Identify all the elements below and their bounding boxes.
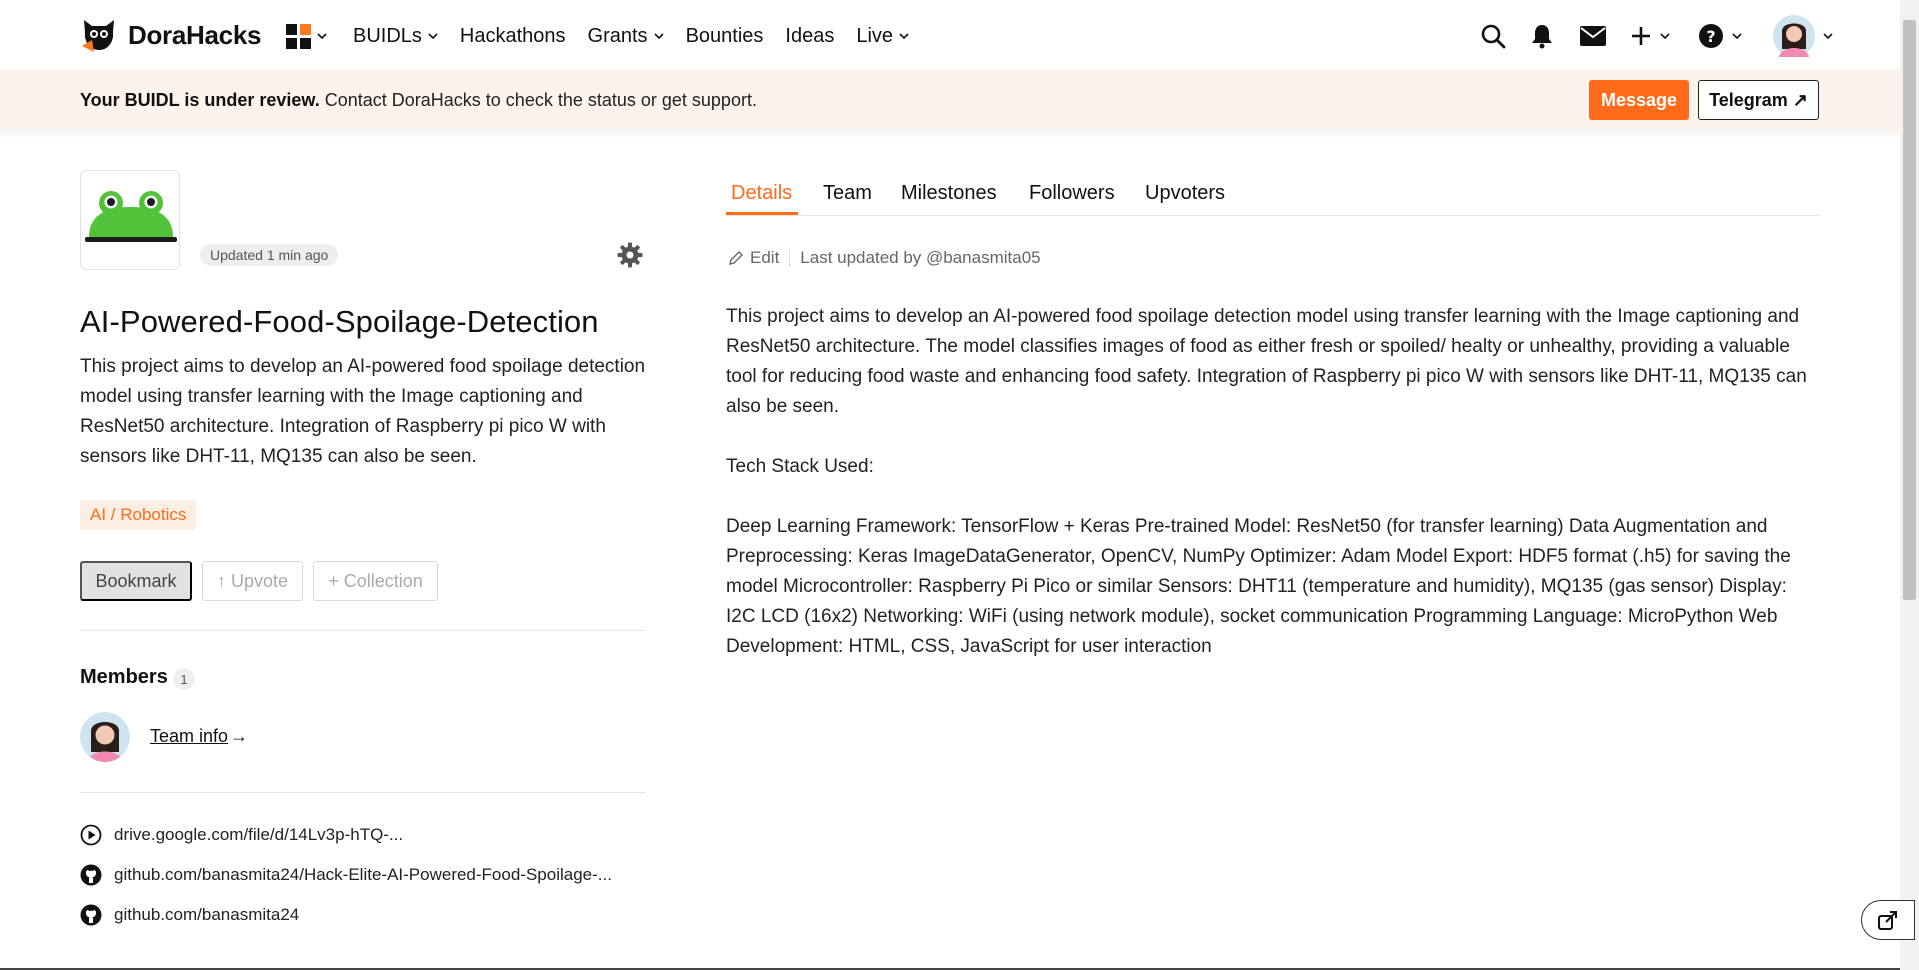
nav-label: Hackathons [459, 24, 566, 47]
last-updated-text: Last updated by @banasmita05 [800, 248, 1041, 267]
tab-details[interactable]: Details [731, 182, 792, 205]
bookmark-button[interactable]: Bookmark [80, 561, 192, 601]
brand-logo[interactable]: DoraHacks [80, 16, 261, 54]
arrow-right-icon: → [230, 726, 248, 746]
edit-label: Edit [750, 248, 780, 267]
separator [789, 249, 791, 267]
share-icon [1878, 911, 1897, 930]
brand-name: DoraHacks [128, 19, 262, 50]
project-tabs: Details Team Milestones Followers Upvote… [726, 172, 1820, 216]
user-menu[interactable] [1773, 14, 1833, 58]
edit-row: Edit Last updated by @banasmita05 [728, 248, 1041, 268]
share-button[interactable] [1861, 900, 1915, 940]
tab-upvoters[interactable]: Upvoters [1145, 182, 1225, 205]
nav-item-buidls[interactable]: BUIDLs [353, 25, 438, 48]
edit-button[interactable]: Edit [728, 248, 779, 268]
nav-item-hackathons[interactable]: Hackathons [460, 25, 566, 48]
gear-icon[interactable] [617, 242, 643, 268]
top-navigation: DoraHacks BUIDLs Hackathons Grants Bount… [0, 0, 1900, 70]
search-icon [1481, 24, 1506, 49]
nav-item-grants[interactable]: Grants [588, 25, 664, 48]
project-title: AI-Powered-Food-Spoilage-Detection [80, 304, 599, 339]
project-logo [80, 170, 180, 270]
tech-stack-text: Deep Learning Framework: TensorFlow + Ke… [726, 516, 1791, 657]
upvote-button[interactable]: ↑ Upvote [202, 561, 303, 601]
nav-label: Live [856, 24, 894, 47]
frog-logo-icon [85, 191, 177, 242]
messages-button[interactable] [1579, 14, 1607, 58]
search-button[interactable] [1480, 14, 1506, 58]
github-icon [80, 904, 102, 926]
nav-item-bounties[interactable]: Bounties [686, 25, 764, 48]
banner-bold-text: Your BUIDL is under review. [80, 90, 320, 110]
message-button[interactable]: Message [1589, 80, 1689, 120]
github-icon [80, 864, 102, 886]
add-collection-button[interactable]: + Collection [313, 561, 438, 601]
members-heading: Members [80, 666, 168, 688]
notifications-button[interactable] [1530, 14, 1554, 58]
nav-right-actions: ? [1480, 14, 1900, 58]
member-avatar[interactable] [80, 712, 130, 762]
project-description: This project aims to develop an AI-power… [80, 356, 646, 467]
link-github-profile[interactable]: github.com/banasmita24 [80, 904, 299, 926]
category-tag[interactable]: AI / Robotics [80, 500, 197, 530]
chevron-down-icon [653, 33, 664, 40]
tab-followers[interactable]: Followers [1029, 182, 1115, 205]
tech-stack-heading: Tech Stack Used: [726, 456, 874, 477]
mail-icon [1580, 26, 1606, 46]
chevron-down-icon [1732, 33, 1742, 40]
bell-icon [1532, 25, 1552, 49]
help-icon: ? [1699, 24, 1723, 48]
avatar [1773, 15, 1815, 57]
team-info-link[interactable]: Team info [150, 726, 228, 747]
help-menu[interactable]: ? [1698, 14, 1742, 58]
details-paragraph: This project aims to develop an AI-power… [726, 306, 1807, 417]
chevron-down-icon [428, 33, 438, 40]
active-tab-indicator [726, 212, 798, 215]
svg-text:?: ? [1706, 27, 1715, 46]
pencil-icon [729, 251, 743, 265]
banner-shadow [0, 130, 1900, 138]
chevron-down-icon [1660, 33, 1670, 40]
nav-item-ideas[interactable]: Ideas [785, 25, 834, 48]
chevron-down-icon [1823, 33, 1833, 40]
section-divider [80, 630, 646, 631]
tab-team[interactable]: Team [823, 182, 872, 205]
plus-icon [1632, 27, 1650, 45]
create-menu[interactable] [1630, 14, 1670, 58]
banner-message: Your BUIDL is under review. Contact Dora… [80, 90, 757, 111]
nav-label: Grants [587, 24, 648, 47]
link-text: github.com/banasmita24/Hack-Elite-AI-Pow… [114, 865, 612, 884]
chevron-down-icon [317, 33, 327, 40]
nav-label: BUIDLs [353, 24, 422, 47]
chevron-down-icon [899, 33, 909, 40]
nav-item-live[interactable]: Live [856, 25, 909, 48]
members-count-badge: 1 [173, 668, 195, 690]
tab-milestones[interactable]: Milestones [901, 182, 997, 205]
updated-badge: Updated 1 min ago [200, 244, 339, 266]
link-drive[interactable]: drive.google.com/file/d/14Lv3p-hTQ-... [80, 824, 403, 846]
nav-label: Bounties [685, 24, 764, 47]
scrollbar-thumb[interactable] [1903, 20, 1916, 600]
apps-menu[interactable] [286, 23, 327, 49]
nav-label: Ideas [785, 24, 835, 47]
banner-body-text: Contact DoraHacks to check the status or… [319, 90, 757, 110]
apps-grid-icon [286, 23, 311, 49]
telegram-button[interactable]: Telegram ↗ [1698, 80, 1819, 120]
play-circle-icon [80, 824, 102, 846]
section-divider [80, 792, 646, 793]
main-nav: BUIDLs Hackathons Grants Bounties Ideas … [286, 18, 931, 54]
dorahacks-logo-icon [82, 20, 114, 52]
link-github-repo[interactable]: github.com/banasmita24/Hack-Elite-AI-Pow… [80, 864, 612, 886]
link-text: drive.google.com/file/d/14Lv3p-hTQ-... [114, 825, 404, 844]
link-text: github.com/banasmita24 [114, 905, 300, 924]
